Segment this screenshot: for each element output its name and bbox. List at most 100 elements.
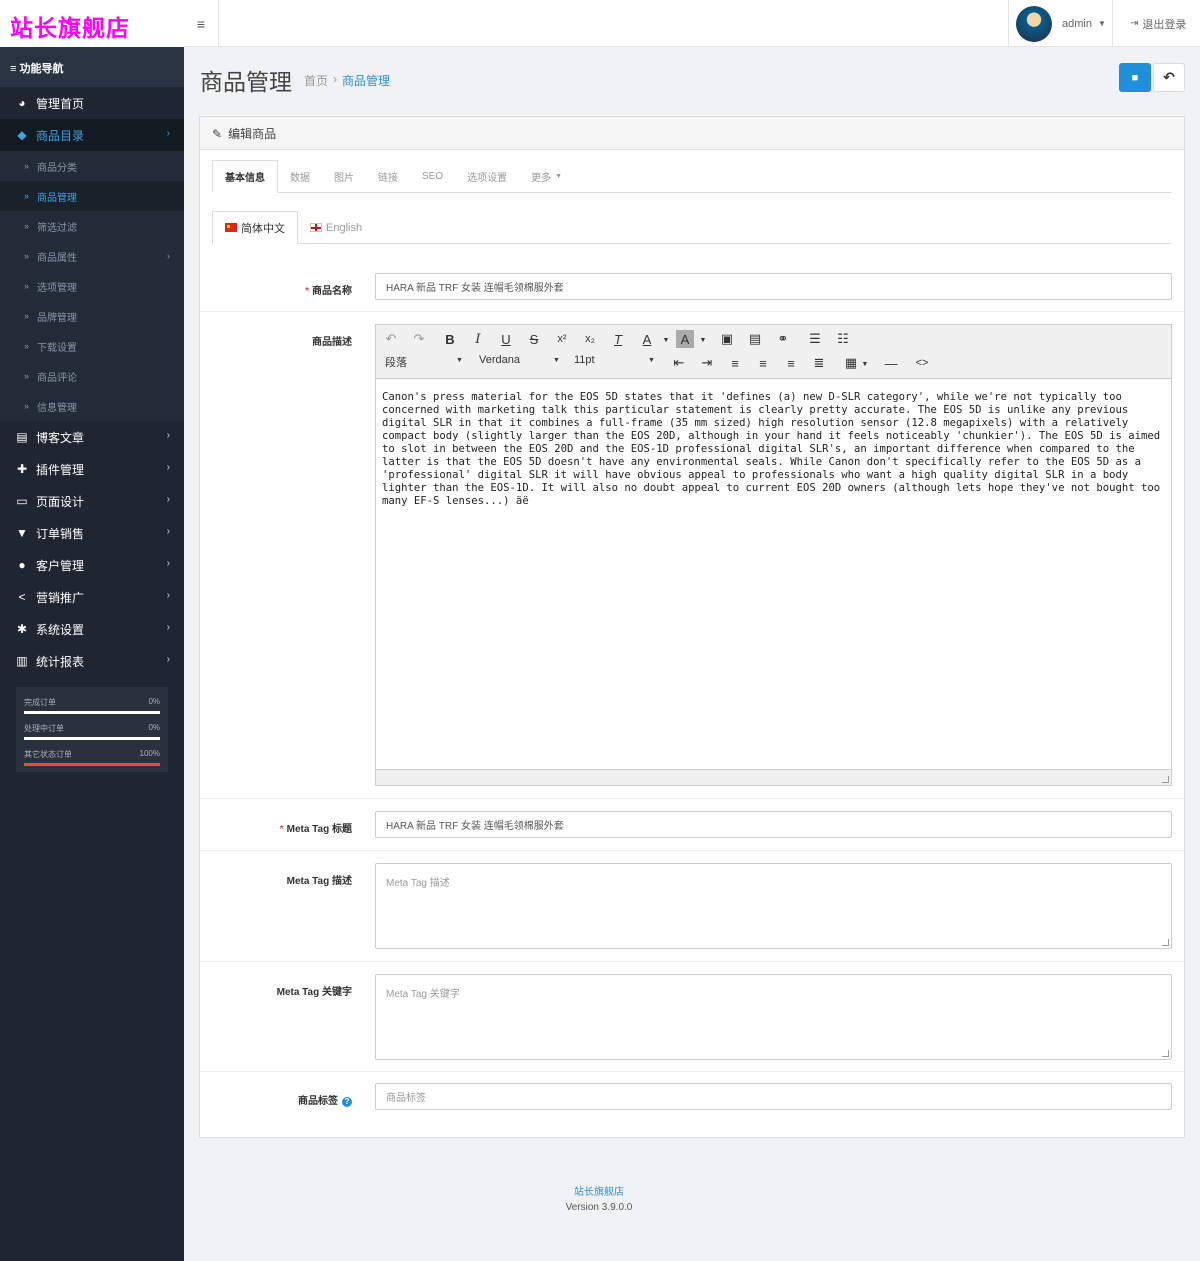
product-name-input[interactable]: HARA 新品 TRF 女装 连帽毛领棉服外套 [375,273,1172,300]
menu-item-orders[interactable]: ▼ 订单销售 › [0,517,184,549]
submenu-item-product[interactable]: » 商品管理 [0,181,184,211]
strikethrough-icon[interactable]: S [525,330,543,348]
tags-input[interactable]: 商品标签 [375,1083,1172,1110]
bold-icon[interactable]: B [441,330,459,348]
tab-lang-zh[interactable]: 简体中文 [212,211,298,244]
tab-options[interactable]: 选项设置 [455,160,519,193]
stat-label: 处理中订单 [24,724,64,733]
save-button[interactable]: ■ [1119,63,1151,92]
italic-icon[interactable]: I [469,330,487,348]
rich-text-editor[interactable]: ↶ ↷ B I U S x² x₂ T A ▼ A ▼ ▣ ▤ ⚭ ☰ ☷ 段落… [375,324,1172,786]
bullet-list-icon[interactable]: ☰ [806,330,824,348]
menu-label: 管理首页 [36,96,85,111]
code-view-icon[interactable]: <> [913,354,931,372]
menu-item-blog[interactable]: ▤ 博客文章 › [0,421,184,453]
resize-handle[interactable] [1162,939,1169,946]
tab-links[interactable]: 链接 [366,160,410,193]
link-icon[interactable]: ⚭ [774,330,792,348]
caret-down-icon[interactable]: ▼ [856,355,874,373]
redo-icon[interactable]: ↷ [410,330,428,348]
chevron-right-icon: › [166,128,170,139]
submenu-label: 选项管理 [37,282,78,294]
undo-icon[interactable]: ↶ [382,330,400,348]
breadcrumb-current[interactable]: 商品管理 [342,72,390,89]
submenu-item-information[interactable]: » 信息管理 [0,391,184,421]
submenu-item-option[interactable]: » 选项管理 [0,271,184,301]
text-color-icon[interactable]: A [638,330,656,348]
desktop-icon: ▭ [16,494,28,508]
footer-brand-link[interactable]: 站长旗舰店 [184,1183,1014,1198]
menu-item-design[interactable]: ▭ 页面设计 › [0,485,184,517]
align-justify-icon[interactable]: ≣ [810,354,828,372]
align-center-icon[interactable]: ≡ [754,354,772,372]
tags-label: 商品标签? [298,1092,352,1107]
menu-label: 客户管理 [36,558,85,573]
label-text: Meta Tag 标题 [286,824,352,835]
submenu-item-download[interactable]: » 下载设置 [0,331,184,361]
resize-handle[interactable] [1162,776,1169,783]
indent-icon[interactable]: ⇥ [698,354,716,372]
meta-keywords-textarea[interactable]: Meta Tag 关键字 [375,974,1172,1060]
clear-format-icon[interactable]: T [609,330,627,348]
menu-item-customers[interactable]: ● 客户管理 › [0,549,184,581]
media-icon[interactable]: ▤ [746,330,764,348]
numbered-list-icon[interactable]: ☷ [834,330,852,348]
superscript-icon[interactable]: x² [553,330,571,348]
menu-label: 营销推广 [36,590,85,605]
stat-progress-fill [24,763,160,766]
page-title: 商品管理 [200,69,292,95]
menu-item-reports[interactable]: ▥ 统计报表 › [0,645,184,677]
breadcrumb-separator: › [333,72,338,86]
tab-lang-en[interactable]: English [298,211,374,244]
submenu-item-brand[interactable]: » 品牌管理 [0,301,184,331]
underline-icon[interactable]: U [497,330,515,348]
logout-button[interactable]: ⇥ 退出登录 [1112,0,1200,47]
tab-data[interactable]: 数据 [278,160,322,193]
submenu-item-category[interactable]: » 商品分类 [0,151,184,181]
tab-image[interactable]: 图片 [322,160,366,193]
font-select[interactable]: Verdana ▼ [479,354,560,366]
user-dropdown[interactable]: admin ▼ [1008,0,1112,47]
back-button[interactable]: ↶ [1153,63,1185,92]
caret-down-icon[interactable]: ▼ [694,331,712,349]
submenu-item-attribute[interactable]: » 商品属性 › [0,241,184,271]
resize-handle[interactable] [1162,1050,1169,1057]
align-right-icon[interactable]: ≡ [782,354,800,372]
tab-general[interactable]: 基本信息 [212,160,278,193]
submenu-item-filter[interactable]: » 筛选过滤 [0,211,184,241]
align-left-icon[interactable]: ≡ [726,354,744,372]
submenu-label: 商品属性 [37,252,78,264]
tab-seo[interactable]: SEO [410,160,455,193]
menu-item-settings[interactable]: ✱ 系统设置 › [0,613,184,645]
format-select[interactable]: 段落 ▼ [385,354,465,370]
meta-description-textarea[interactable]: Meta Tag 描述 [375,863,1172,949]
editor-content[interactable]: Canon's press material for the EOS 5D st… [376,379,1171,769]
breadcrumb-home[interactable]: 首页 [304,72,328,89]
dashboard-icon: ◕ [18,96,26,110]
image-icon[interactable]: ▣ [718,330,736,348]
chevron-right-icon: › [166,526,170,537]
angle-right-icon: » [24,161,30,171]
submenu-item-review[interactable]: » 商品评论 [0,361,184,391]
chevron-right-icon: › [167,251,170,261]
meta-title-input[interactable]: HARA 新品 TRF 女装 连帽毛领棉服外套 [375,811,1172,838]
menu-item-catalog[interactable]: ◆ 商品目录 › [0,119,184,151]
menu-item-plugins[interactable]: ✚ 插件管理 › [0,453,184,485]
gear-icon: ✱ [16,622,28,636]
menu-item-marketing[interactable]: < 营销推广 › [0,581,184,613]
font-size-select[interactable]: 11pt ▼ [574,354,655,366]
stat-label: 其它状态订单 [24,750,72,759]
tab-more[interactable]: 更多 ▼ [519,160,574,193]
outdent-icon[interactable]: ⇤ [670,354,688,372]
menu-toggle-button[interactable]: ≡ [184,0,219,47]
china-flag-icon [225,223,237,232]
horizontal-rule-icon[interactable]: — [882,354,900,372]
caret-down-icon[interactable]: ▼ [657,331,675,349]
menu-item-dashboard[interactable]: ◕ 管理首页 [0,87,184,119]
angle-right-icon: » [24,311,30,321]
subscript-icon[interactable]: x₂ [581,330,599,348]
placeholder: Meta Tag 描述 [386,878,450,889]
question-circle-icon[interactable]: ? [342,1097,352,1107]
background-color-icon[interactable]: A [676,330,694,348]
brand-logo[interactable]: 站长旗舰店 [0,0,184,47]
